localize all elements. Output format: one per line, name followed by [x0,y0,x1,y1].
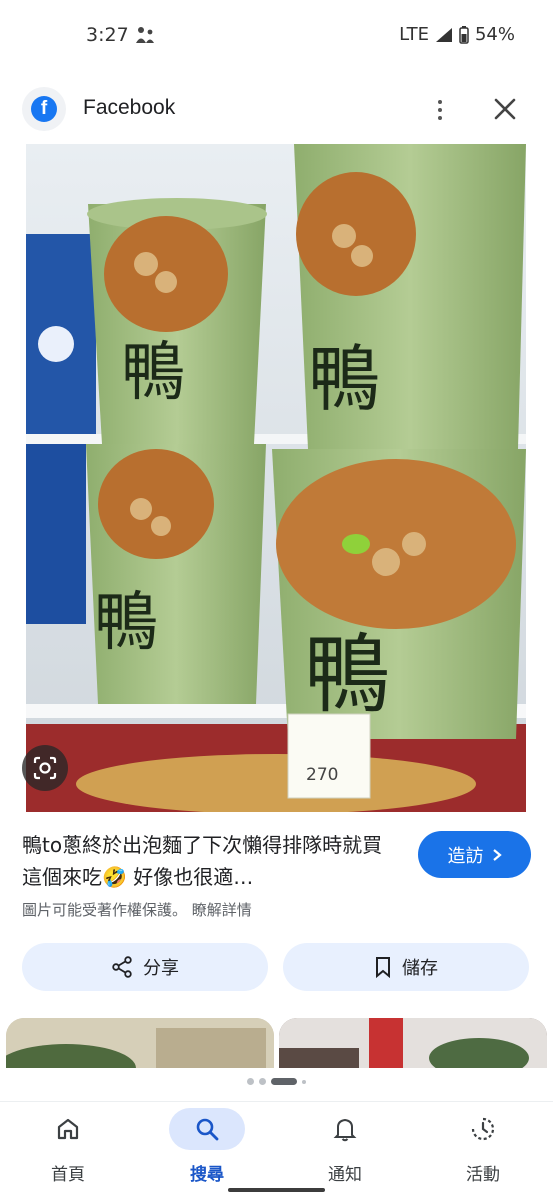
more-vert-icon[interactable] [426,92,454,128]
nav-item-notifications[interactable]: 通知 [295,1102,395,1200]
nav-label-search: 搜尋 [190,1165,224,1185]
svg-text:鴨: 鴨 [308,337,380,421]
svg-text:鴨: 鴨 [304,625,390,725]
history-icon [445,1108,521,1150]
status-time: 3:27 [86,24,129,46]
visit-label: 造訪 [447,845,484,867]
status-indicators: LTE 54% [399,24,515,45]
bookmark-icon [376,957,390,978]
related-thumbnail[interactable] [279,1018,547,1068]
share-icon [112,956,132,978]
search-icon [169,1108,245,1150]
header: f Facebook [0,82,553,142]
save-label: 儲存 [402,958,438,979]
noodle-cups-photo: 鴨 鴨 鴨 鴨 270 [26,144,526,812]
related-thumbnail[interactable] [6,1018,274,1068]
svg-text:270: 270 [306,765,338,785]
carousel-indicator [0,1078,553,1085]
share-label: 分享 [143,958,179,979]
nav-item-activity[interactable]: 活動 [433,1102,533,1200]
svg-text:鴨: 鴨 [94,586,158,660]
battery-icon [459,25,469,44]
battery-label: 54% [474,24,515,45]
svg-text:鴨: 鴨 [121,336,185,410]
nav-label-home: 首頁 [51,1165,85,1185]
chevron-right-icon [492,848,502,861]
home-icon [30,1108,106,1150]
save-button[interactable]: 儲存 [283,943,529,991]
share-button[interactable]: 分享 [22,943,268,991]
nav-label-activity: 活動 [466,1165,500,1185]
network-label: LTE [399,24,429,45]
signal-icon [435,27,452,42]
facebook-logo-icon: f [22,87,66,131]
visit-button[interactable]: 造訪 [418,831,531,878]
lens-icon[interactable] [22,745,68,791]
person-icon [136,27,154,43]
image-caption[interactable]: 鴨to蔥終於出泡麵了下次懶得排隊時就買這個來吃🤣 好像也很適… [22,829,402,893]
bell-icon [307,1108,383,1150]
status-bar: 3:27 LTE 54% [0,0,553,72]
nav-item-search[interactable]: 搜尋 [157,1102,257,1200]
nav-label-notifications: 通知 [328,1165,362,1185]
close-icon[interactable] [488,92,522,126]
copyright-notice[interactable]: 圖片可能受著作權保護。 瞭解詳情 [22,899,252,920]
result-image[interactable]: 鴨 鴨 鴨 鴨 270 [26,144,526,812]
facebook-logo-letter: f [31,96,57,122]
bottom-nav: 首頁 搜尋 通知 活動 [0,1101,553,1200]
source-title: Facebook [83,96,176,119]
nav-item-home[interactable]: 首頁 [18,1102,118,1200]
home-indicator [228,1188,325,1192]
